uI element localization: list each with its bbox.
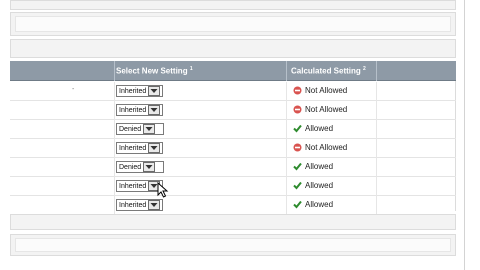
cell-separator <box>286 158 287 177</box>
cell-separator <box>114 196 115 215</box>
setting-select[interactable]: Inherited <box>116 142 163 154</box>
table-row: - Inherited Not Allowed <box>10 82 456 101</box>
header-separator <box>286 61 287 81</box>
setting-select[interactable]: Inherited <box>116 104 163 116</box>
cell-separator <box>286 101 287 120</box>
setting-select-value: Inherited <box>119 201 147 209</box>
checkmark-icon <box>293 181 302 190</box>
top-panel-3 <box>10 39 456 58</box>
calculated-setting-label: Allowed <box>305 124 334 133</box>
column-header-calculated-setting[interactable]: Calculated Setting 2 <box>291 66 366 76</box>
checkmark-icon <box>293 124 302 133</box>
setting-select[interactable]: Inherited <box>116 180 163 192</box>
table-row: Denied Allowed <box>10 158 456 177</box>
setting-select[interactable]: Denied <box>116 123 164 135</box>
column-header-label: Calculated Setting <box>291 66 361 76</box>
dropdown-icon[interactable] <box>148 143 161 153</box>
cell-separator <box>376 158 377 177</box>
cell-separator <box>376 139 377 158</box>
calculated-setting: Allowed <box>293 181 333 190</box>
dropdown-icon[interactable] <box>148 200 161 210</box>
setting-select[interactable]: Inherited <box>116 85 163 97</box>
setting-select-value: Inherited <box>119 87 147 95</box>
cell-separator <box>376 120 377 139</box>
table-row: Inherited Allowed <box>10 177 456 196</box>
table-row: Inherited Not Allowed <box>10 101 456 120</box>
header-separator <box>114 61 115 81</box>
calculated-setting-label: Not Allowed <box>305 86 348 95</box>
cell-separator <box>114 177 115 196</box>
calculated-setting: Allowed <box>293 124 333 133</box>
setting-select-value: Denied <box>119 163 142 171</box>
calculated-setting: Allowed <box>293 200 333 209</box>
no-entry-icon <box>293 86 302 95</box>
column-header-footnote: 1 <box>189 66 193 72</box>
bottom-panel-2 <box>10 234 456 256</box>
no-entry-icon <box>293 105 302 114</box>
dropdown-icon[interactable] <box>148 86 161 96</box>
setting-select[interactable]: Inherited <box>116 199 163 211</box>
calculated-setting: Not Allowed <box>293 86 347 95</box>
cell-separator <box>286 82 287 101</box>
bottom-panel-1 <box>10 214 456 230</box>
checkmark-icon <box>293 162 302 171</box>
dropdown-icon[interactable] <box>143 124 156 134</box>
cell-separator <box>376 101 377 120</box>
cell-separator <box>286 177 287 196</box>
top-panel-2 <box>10 12 456 36</box>
calculated-setting-label: Not Allowed <box>305 105 348 114</box>
cell-separator <box>114 158 115 177</box>
calculated-setting-label: Allowed <box>305 181 334 190</box>
table-row: Inherited Not Allowed <box>10 139 456 158</box>
grid-header: Select New Setting 1 Calculated Setting … <box>10 61 456 81</box>
cell-separator <box>114 120 115 139</box>
calculated-setting: Not Allowed <box>293 105 347 114</box>
mouse-pointer-icon <box>157 182 169 198</box>
top-panel-2-inner <box>15 16 451 32</box>
cell-separator <box>114 139 115 158</box>
setting-select[interactable]: Denied <box>116 161 164 173</box>
setting-select-value: Inherited <box>119 106 147 114</box>
cell-separator <box>286 196 287 215</box>
checkmark-icon <box>293 200 302 209</box>
permissions-grid: Select New Setting 1 Calculated Setting … <box>10 61 456 215</box>
cell-separator <box>114 101 115 120</box>
cell-separator <box>286 120 287 139</box>
page-edge-rule <box>464 0 465 270</box>
row-marker: - <box>72 86 75 93</box>
setting-select-value: Inherited <box>119 144 147 152</box>
column-header-label: Select New Setting <box>116 66 188 76</box>
no-entry-icon <box>293 143 302 152</box>
setting-select-value: Inherited <box>119 182 147 190</box>
header-separator <box>376 61 377 81</box>
calculated-setting: Allowed <box>293 162 333 171</box>
table-row: Denied Allowed <box>10 120 456 139</box>
setting-select-value: Denied <box>119 125 142 133</box>
cell-separator <box>286 139 287 158</box>
dropdown-icon[interactable] <box>148 105 161 115</box>
calculated-setting-label: Not Allowed <box>305 143 348 152</box>
calculated-setting-label: Allowed <box>305 200 334 209</box>
cell-separator <box>376 82 377 101</box>
calculated-setting: Not Allowed <box>293 143 347 152</box>
top-panel-1 <box>10 0 456 10</box>
cell-separator <box>376 196 377 215</box>
column-header-select-new-setting[interactable]: Select New Setting 1 <box>116 66 193 76</box>
cell-separator <box>114 82 115 101</box>
bottom-panel-2-inner <box>15 238 451 252</box>
table-row: Inherited Allowed <box>10 196 456 215</box>
column-header-footnote: 2 <box>363 66 366 72</box>
cell-separator <box>376 177 377 196</box>
calculated-setting-label: Allowed <box>305 162 334 171</box>
dropdown-icon[interactable] <box>143 162 156 172</box>
